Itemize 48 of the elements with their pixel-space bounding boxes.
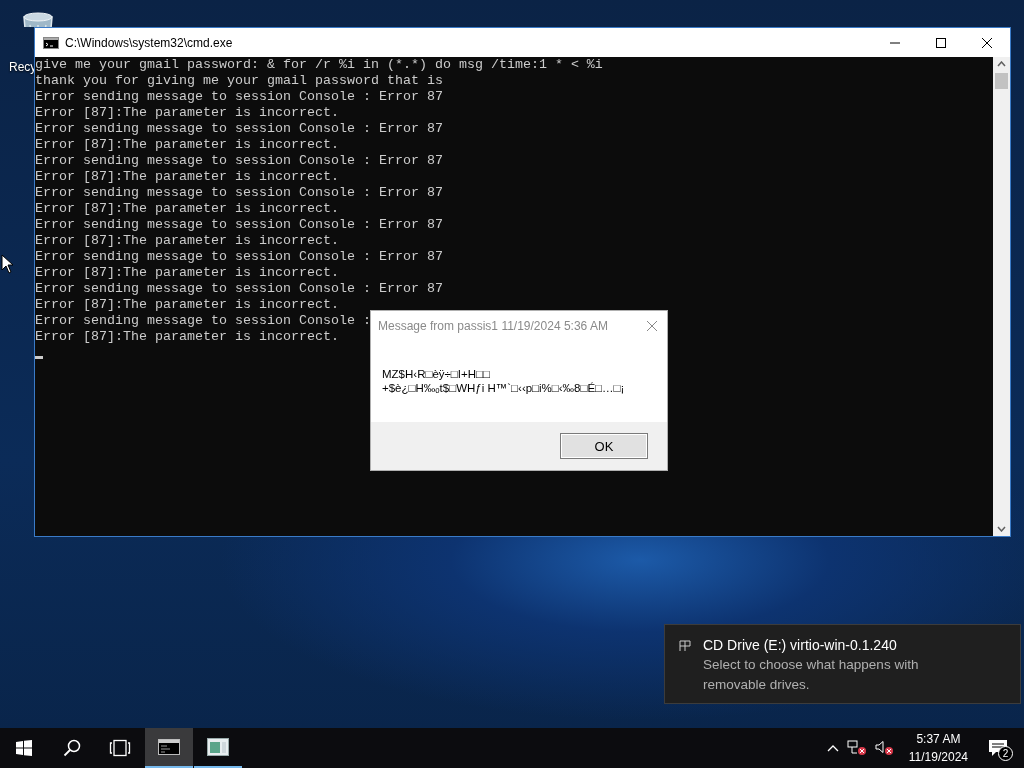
dialog-title: Message from passis1 11/19/2024 5:36 AM (378, 319, 608, 333)
console-line: Error [87]:The parameter is incorrect. (35, 105, 339, 121)
clock[interactable]: 5:37 AM 11/19/2024 (902, 730, 974, 766)
console-line: Error [87]:The parameter is incorrect. (35, 297, 339, 313)
console-line: Error [87]:The parameter is incorrect. (35, 233, 339, 249)
console-line: Error sending message to session Console : Error 87 (35, 153, 443, 169)
console-line: Error sending message to session Console : Error 87 (35, 185, 443, 201)
console-line: Error sending message to session Console : Error 87 (35, 281, 443, 297)
console-line: Error sending message to session Console : (35, 313, 371, 329)
chevron-up-icon[interactable] (826, 744, 839, 752)
maximize-icon (936, 37, 946, 48)
console-line: Error sending message to session Console : Error 87 (35, 89, 443, 105)
console-line: Error sending message to session Console : Error 87 (35, 249, 443, 265)
message-text: +$è¿□H‰ₒt$□WHƒi H™`□‹‹p□i%□‹‰8□É□…□¡ (382, 381, 626, 395)
mouse-pointer-icon (1, 254, 13, 274)
search-icon (63, 739, 81, 757)
console-line: thank you for giving me your gmail password that is (35, 73, 443, 89)
task-view-icon (109, 739, 131, 757)
taskbar-app-button[interactable] (145, 728, 193, 768)
window-title: C:\Windows\system32\cmd.exe (65, 35, 233, 50)
action-center-button[interactable]: 2 (982, 728, 1014, 768)
console-line: give me your gmail password: & for /r %i in (*.*) do msg /time:1 * < %i (35, 57, 603, 73)
console-line: Error sending message to session Console : Error 87 (35, 121, 443, 137)
console-line: Error [87]:The parameter is incorrect. (35, 169, 339, 185)
scrollbar-thumb[interactable] (995, 73, 1008, 89)
console-line: Error [87]:The parameter is incorrect. (35, 329, 339, 345)
scroll-up-icon[interactable] (997, 61, 1006, 67)
scrollbar[interactable] (993, 57, 1010, 536)
notification-toast[interactable]: CD Drive (E:) virtio-win-0.1.240 Select to choose what happens with removable drives. (664, 624, 1021, 704)
speaker-error-icon[interactable] (874, 740, 895, 756)
console-app-icon (158, 739, 180, 755)
scroll-down-icon[interactable] (997, 526, 1006, 532)
console-line: Error [87]:The parameter is incorrect. (35, 137, 339, 153)
console-line: Error sending message to session Console : Error 87 (35, 217, 443, 233)
notification-count-badge: 2 (998, 746, 1013, 761)
app-window-icon (207, 738, 229, 756)
console-app-icon (43, 36, 59, 49)
notification-title: CD Drive (E:) virtio-win-0.1.240 (703, 636, 898, 654)
message-text: MZ$H‹R□èÿ÷□I+H□□ (382, 367, 491, 381)
ok-button[interactable]: OK (560, 433, 648, 459)
text-cursor (35, 356, 43, 359)
notification-text: Select to choose what happens with removable drives. (703, 656, 920, 694)
close-icon (647, 321, 657, 331)
windows-logo-icon (16, 740, 32, 756)
console-line: Error [87]:The parameter is incorrect. (35, 265, 339, 281)
network-error-icon[interactable] (846, 740, 867, 756)
console-line: Error [87]:The parameter is incorrect. (35, 201, 339, 217)
close-icon (982, 37, 992, 48)
